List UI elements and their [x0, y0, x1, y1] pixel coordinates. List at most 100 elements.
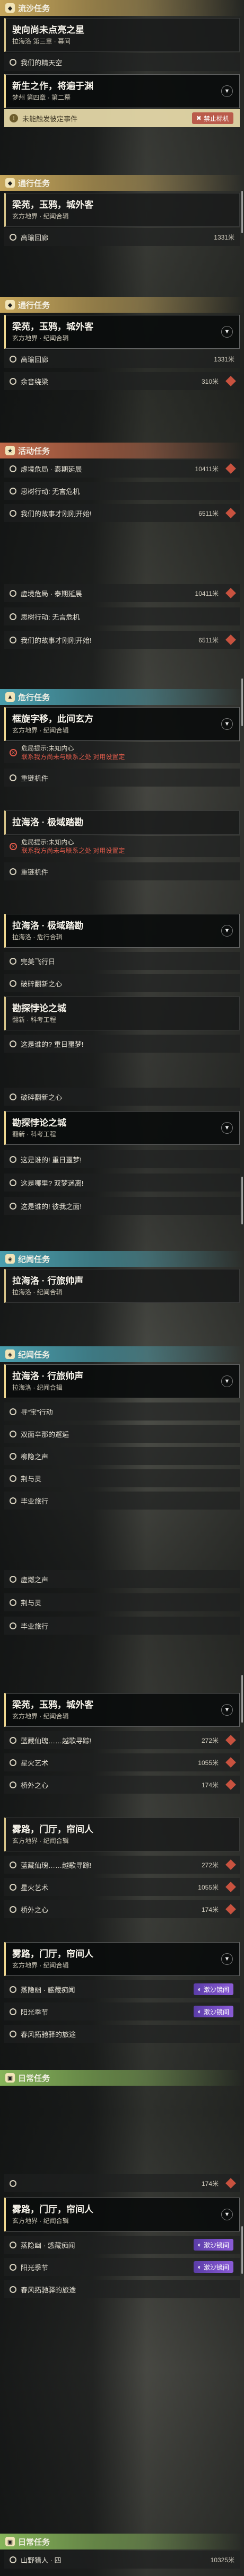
objective-row[interactable]: 虚境危局 · 泰期延展 10411米	[4, 460, 240, 478]
objective-row[interactable]: 星火艺术 1055米	[4, 1878, 240, 1896]
objective-row[interactable]: 思树行动: 无言危机	[4, 607, 240, 625]
objective-row[interactable]: 174米	[4, 2174, 240, 2192]
quest-card[interactable]: 雾路，门厅，帘间人 玄方地界 · 纪闻合辑	[4, 1818, 240, 1851]
chevron-down-icon[interactable]: ▼	[221, 1953, 233, 1965]
section-region-b: ◈ 纪闻任务 拉海洛 · 行旅帅声 拉海洛 · 纪闻合辑 ▼ 寻“宝”行动 双面…	[0, 1346, 244, 1510]
quest-title: 框旋字移，此间玄方	[12, 714, 93, 724]
objective-row[interactable]: 毕业旅行	[4, 1617, 240, 1635]
scrollbar[interactable]	[241, 191, 243, 233]
objective-row[interactable]: 完美飞行日	[4, 952, 240, 970]
objective-row[interactable]: 蒸隐幽 · 惑藏痴闻 ◐ 漱沙镜间	[4, 1980, 240, 1998]
quest-subtitle: 玄方地界 · 纪闻合辑	[12, 2217, 69, 2225]
objective-row[interactable]: 毕业旅行	[4, 1492, 240, 1510]
waypoint-marker-icon	[225, 1757, 236, 1768]
objective-row[interactable]: 寻“宝”行动	[4, 1402, 240, 1421]
category-danger[interactable]: ▲ 危行任务	[0, 689, 244, 705]
objective-row[interactable]: 我们的精天空	[4, 53, 240, 71]
objective-row[interactable]: 高瑜回廊 1331米	[4, 228, 240, 246]
objective-row[interactable]: 阳光季节 ◐ 漱沙镜间	[4, 2002, 240, 2021]
quest-card[interactable]: 拉海洛 · 行旅帅声 拉海洛 · 纪闻合辑	[4, 1269, 240, 1303]
chevron-down-icon[interactable]: ▼	[221, 326, 233, 338]
radio-icon	[10, 868, 16, 875]
quest-card-selected[interactable]: 雾路，门厅，帘间人 玄方地界 · 纪闻合辑 ▼	[4, 2198, 240, 2231]
objective-row[interactable]: 破碎翻新之心	[4, 974, 240, 992]
category-main2[interactable]: ◆ 通行任务	[0, 175, 244, 191]
sand-icon: ◆	[5, 300, 15, 310]
objective-row[interactable]: 阳光季节 ◐ 漱沙镜间	[4, 2258, 240, 2276]
objective-label: 山野猎人 · 四	[21, 2556, 62, 2564]
warning-row[interactable]: ✕ 危局提示:未知内心 联系我方尚未与联系之处 对用设置定	[4, 836, 240, 857]
quest-card[interactable]: 驶向尚未点亮之星 拉海洛 第三章 · 幕间	[4, 18, 240, 52]
objective-label: 这是谁的! 彼我之面!	[21, 1202, 82, 1211]
scrollbar[interactable]	[241, 678, 243, 726]
quest-card-selected[interactable]: 拉海洛 · 行旅帅声 拉海洛 · 纪闻合辑 ▼	[4, 1364, 240, 1398]
warning-row[interactable]: ✕ 危局提示:未知内心 联系我方尚未与联系之处 对用设置定	[4, 742, 240, 763]
quest-card-selected[interactable]: 梁苑，玉鸦，城外客 玄方地界 · 纪闻合辑 ▼	[4, 1693, 240, 1727]
quest-card-selected[interactable]: 新生之作，将遍于渊 梦州 第四章 · 第二幕 ▼	[4, 74, 240, 108]
objective-row[interactable]: 我们的故事才刚刚开始! 6511米	[4, 504, 240, 522]
objective-row[interactable]: 蓝藏仙瑰……越歌寻踪! 272米	[4, 1731, 240, 1749]
quest-title: 雾路，门厅，帘间人	[12, 2204, 93, 2215]
objective-row[interactable]: 蓝藏仙瑰……越歌寻踪! 272米	[4, 1856, 240, 1874]
category-daily[interactable]: ▣ 日常任务	[0, 2534, 244, 2549]
quest-card-selected[interactable]: 拉海洛 · 极域踏勘 拉海洛 · 危行合辑 ▼	[4, 914, 240, 948]
objective-row[interactable]: 我们的故事才刚刚开始! 6511米	[4, 631, 240, 649]
objective-row[interactable]: 高瑜回廊 1331米	[4, 350, 240, 368]
quest-card-selected[interactable]: 勘探悖论之城 翻新 · 科考工程 ▼	[4, 1111, 240, 1145]
warning-line2: 联系我方尚未与联系之处 对用设置定	[21, 847, 125, 854]
objective-row[interactable]: 重链机件	[4, 769, 240, 787]
quest-card[interactable]: 勘探悖论之城 翻新 · 科考工程	[4, 996, 240, 1030]
objective-row[interactable]: 柳隐之声	[4, 1447, 240, 1465]
objective-row[interactable]: 荆与灵	[4, 1593, 240, 1611]
category-activity[interactable]: ★ 活动任务	[0, 443, 244, 458]
category-region[interactable]: ◈ 纪闻任务	[0, 1346, 244, 1362]
category-daily[interactable]: ▣ 日常任务	[0, 2070, 244, 2086]
tracked-label: 漱沙镜间	[203, 1986, 229, 1993]
objective-row[interactable]: 桥外之心 174米	[4, 1900, 240, 1918]
chevron-down-icon[interactable]: ▼	[221, 85, 233, 97]
objective-row[interactable]: 余音绕梁 310米	[4, 372, 240, 390]
objective-row[interactable]: 这是谁的! 重日噩梦!	[4, 1150, 240, 1168]
section-expedition: 拉海洛 · 极域踏勘 拉海洛 · 危行合辑 ▼ 完美飞行日 破碎翻新之心 勘探悖…	[0, 912, 244, 1053]
objective-row[interactable]: 荆与灵	[4, 1469, 240, 1487]
objective-row[interactable]: 山野猎人 · 四 10325米	[4, 2551, 240, 2569]
scrollbar[interactable]	[241, 2226, 243, 2274]
quest-card[interactable]: 拉海洛 · 极域踏勘	[4, 810, 240, 835]
objective-row[interactable]: 蒸隐幽 · 惑藏痴闻 ◐ 漱沙镜间	[4, 2236, 240, 2254]
category-region[interactable]: ◈ 纪闻任务	[0, 1251, 244, 1267]
scrollbar[interactable]	[241, 1675, 243, 1723]
objective-row[interactable]: 思树行动: 无言危机	[4, 482, 240, 500]
objective-row[interactable]: 这是谁的! 彼我之面!	[4, 1197, 240, 1215]
objective-label: 蓝藏仙瑰……越歌寻踪!	[21, 1861, 92, 1869]
category-main2[interactable]: ◆ 通行任务	[0, 297, 244, 313]
quest-title: 拉海洛 · 极域踏勘	[12, 921, 84, 931]
chevron-down-icon[interactable]: ▼	[221, 1704, 233, 1716]
quest-card-selected[interactable]: 框旋字移，此间玄方 玄方地界 · 纪闻合辑 ▼	[4, 707, 240, 741]
objective-row[interactable]: 星火艺术 1055米	[4, 1753, 240, 1771]
waypoint-marker-icon	[225, 634, 236, 645]
objective-row[interactable]: 虚燃之声	[4, 1570, 240, 1588]
objective-row[interactable]: 春风拓驰驿的旅途	[4, 2280, 240, 2298]
objective-row[interactable]: 双面辛那的邂逅	[4, 1425, 240, 1443]
objective-label: 重链机件	[21, 868, 49, 876]
objective-row[interactable]: 这是哪里? 双梦迷离!	[4, 1174, 240, 1192]
chevron-down-icon[interactable]: ▼	[221, 925, 233, 937]
quest-card-selected[interactable]: 梁苑，玉鸦，城外客 玄方地界 · 纪闻合辑 ▼	[4, 315, 240, 349]
mirror-icon: ◐	[197, 1986, 202, 1993]
chevron-down-icon[interactable]: ▼	[221, 718, 233, 730]
quest-card[interactable]: 梁苑，玉鸦，城外客 玄方地界 · 纪闻合辑	[4, 193, 240, 227]
quest-card-selected[interactable]: 雾路，门厅，帘间人 玄方地界 · 纪闻合辑 ▼	[4, 1942, 240, 1976]
scrollbar[interactable]	[241, 1177, 243, 1224]
chevron-down-icon[interactable]: ▼	[221, 1122, 233, 1134]
objective-row[interactable]: 春风拓驰驿的旅途	[4, 2025, 240, 2043]
category-main[interactable]: ◆ 流沙任务	[0, 0, 244, 16]
objective-row[interactable]: 这是谁的? 重日噩梦!	[4, 1035, 240, 1053]
chevron-down-icon[interactable]: ▼	[221, 2209, 233, 2220]
objective-row[interactable]: 桥外之心 174米	[4, 1776, 240, 1794]
warning-banner[interactable]: ! 未能触发彼定事件 ✖ 禁止标机	[4, 109, 240, 127]
objective-row[interactable]: 重链机件	[4, 862, 240, 880]
objective-row[interactable]: 破碎翻新之心	[4, 1088, 240, 1106]
chevron-down-icon[interactable]: ▼	[221, 1375, 233, 1387]
radio-icon	[10, 377, 16, 385]
objective-row[interactable]: 虚境危局 · 泰期延展 10411米	[4, 584, 240, 602]
